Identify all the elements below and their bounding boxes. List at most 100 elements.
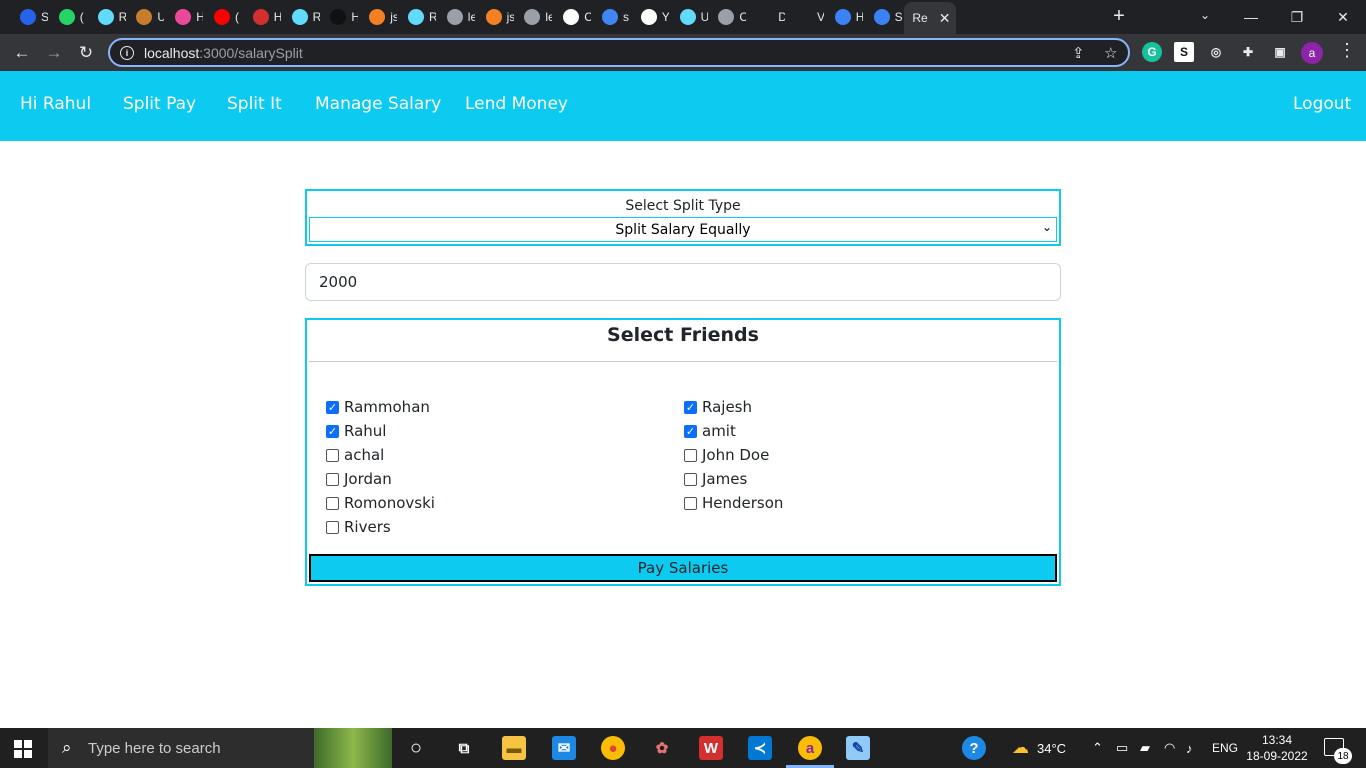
browser-tab[interactable]: R (90, 4, 126, 30)
share-icon[interactable]: ⇪ (1072, 44, 1085, 62)
language-indicator[interactable]: ENG (1212, 728, 1238, 768)
browser-tab[interactable]: s (594, 4, 630, 30)
vscode-icon[interactable]: ≺ (748, 736, 772, 760)
side-panel-icon[interactable]: ▣ (1270, 42, 1290, 62)
select-friends-title: Select Friends (607, 324, 759, 346)
browser-tab[interactable]: D (749, 4, 785, 30)
friend-checkbox-item[interactable]: Rivers (326, 517, 391, 537)
nav-link-manage-salary[interactable]: Manage Salary (315, 94, 441, 114)
browser-menu-icon[interactable]: ⋮ (1338, 40, 1356, 61)
friend-checkbox-item[interactable]: Romonovski (326, 493, 435, 513)
chrome-profile-icon[interactable]: a (798, 736, 822, 760)
file-explorer-icon[interactable]: ▬ (502, 736, 526, 760)
browser-tab[interactable]: H (245, 4, 281, 30)
checkbox[interactable]: ✓ (326, 424, 339, 438)
mail-icon[interactable]: ✉ (552, 736, 576, 760)
browser-tab[interactable]: R (284, 4, 320, 30)
forward-icon[interactable]: → (41, 40, 67, 66)
checkbox[interactable] (326, 520, 339, 534)
wps-office-icon[interactable]: W (699, 736, 723, 760)
browser-tab[interactable]: C (710, 4, 746, 30)
browser-tab[interactable]: U (128, 4, 164, 30)
meet-now-icon[interactable]: ▭ (1116, 728, 1128, 768)
paint-icon[interactable]: ✿ (650, 736, 674, 760)
close-tab-icon[interactable]: ✕ (939, 10, 951, 27)
browser-tab[interactable]: H (167, 4, 203, 30)
browser-tab-title: D (778, 10, 786, 24)
checkbox[interactable] (326, 496, 339, 510)
profile-avatar[interactable]: a (1301, 42, 1323, 64)
bookmark-star-icon[interactable]: ☆ (1104, 44, 1117, 62)
nav-brand-greeting[interactable]: Hi Rahul (20, 94, 91, 114)
url-host: localhost (144, 44, 200, 61)
friend-checkbox-item[interactable]: Jordan (326, 469, 392, 489)
browser-tab[interactable]: le (439, 4, 475, 30)
pay-salaries-button[interactable]: Pay Salaries (309, 554, 1057, 582)
browser-tab[interactable]: U (672, 4, 708, 30)
wifi-icon[interactable]: ◠ (1164, 728, 1175, 768)
s-extension-icon[interactable]: S (1174, 42, 1194, 62)
browser-tab[interactable]: le (516, 4, 552, 30)
browser-tab[interactable]: ( (51, 4, 87, 30)
minimize-icon[interactable]: — (1228, 0, 1274, 34)
new-tab-button[interactable]: + (1108, 6, 1130, 28)
checkbox[interactable] (684, 496, 697, 510)
show-hidden-icons-icon[interactable]: ⌃ (1092, 728, 1103, 768)
checkbox[interactable] (684, 448, 697, 462)
browser-tab[interactable]: R (400, 4, 436, 30)
friend-checkbox-item[interactable]: Henderson (684, 493, 783, 513)
browser-tab[interactable]: C (555, 4, 591, 30)
browser-tab[interactable]: V (788, 4, 824, 30)
notepad-icon[interactable]: ✎ (846, 736, 870, 760)
cortana-icon[interactable]: ○ (404, 736, 428, 760)
browser-tab[interactable]: js (361, 4, 397, 30)
volume-icon[interactable]: ♪ (1186, 728, 1193, 768)
weather-widget[interactable]: ☁ 34°C (1012, 728, 1066, 768)
tab-search-icon[interactable]: ⌄ (1196, 8, 1214, 26)
reload-icon[interactable]: ↻ (73, 40, 99, 66)
site-info-icon[interactable]: i (120, 45, 134, 60)
close-window-icon[interactable]: ✕ (1320, 0, 1366, 34)
salary-amount-input[interactable]: 2000 (305, 263, 1061, 301)
globe-icon (563, 9, 580, 25)
task-view-icon[interactable]: ⧉ (452, 736, 476, 760)
windows-start-icon[interactable] (14, 740, 32, 758)
friend-name: achal (344, 446, 385, 464)
address-bar[interactable]: i localhost:3000/salarySplit ⇪ ☆ (108, 38, 1130, 67)
nav-link-lend-money[interactable]: Lend Money (465, 94, 568, 114)
extensions-puzzle-icon[interactable]: ✚ (1238, 42, 1258, 62)
friend-checkbox-item[interactable]: ✓ Rahul (326, 421, 386, 441)
browser-tab[interactable]: S (12, 4, 48, 30)
restore-icon[interactable]: ❐ (1274, 0, 1320, 34)
checkbox[interactable] (326, 448, 339, 462)
nav-logout-link[interactable]: Logout (1293, 94, 1351, 114)
browser-tab[interactable]: H (322, 4, 358, 30)
split-type-select[interactable]: Split Salary Equally ⌄ (309, 217, 1057, 242)
browser-tab[interactable]: js (478, 4, 514, 30)
nav-link-split-pay[interactable]: Split Pay (123, 94, 196, 114)
help-icon[interactable]: ? (962, 736, 986, 760)
grammarly-extension-icon[interactable]: G (1142, 42, 1162, 62)
back-icon[interactable]: ← (9, 40, 35, 66)
media-extension-icon[interactable]: ◎ (1206, 42, 1226, 62)
checkbox[interactable] (326, 472, 339, 486)
friend-checkbox-item[interactable]: James (684, 469, 747, 489)
chrome-icon[interactable]: ● (601, 736, 625, 760)
friend-checkbox-item[interactable]: John Doe (684, 445, 769, 465)
system-clock[interactable]: 13:34 18-09-2022 (1244, 732, 1310, 764)
friend-checkbox-item[interactable]: ✓ Rajesh (684, 397, 752, 417)
nav-link-split-it[interactable]: Split It (227, 94, 282, 114)
checkbox[interactable]: ✓ (684, 400, 697, 414)
browser-tab[interactable]: Re ✕ (904, 2, 957, 34)
checkbox[interactable]: ✓ (326, 400, 339, 414)
checkbox[interactable]: ✓ (684, 424, 697, 438)
browser-tab[interactable]: Y (633, 4, 669, 30)
browser-tab[interactable]: H (827, 4, 863, 30)
browser-tab[interactable]: S (866, 4, 902, 30)
friend-checkbox-item[interactable]: ✓ Rammohan (326, 397, 430, 417)
battery-icon[interactable]: ▰ (1140, 728, 1150, 768)
friend-checkbox-item[interactable]: ✓ amit (684, 421, 736, 441)
browser-tab[interactable]: ( (206, 4, 242, 30)
checkbox[interactable] (684, 472, 697, 486)
friend-checkbox-item[interactable]: achal (326, 445, 384, 465)
